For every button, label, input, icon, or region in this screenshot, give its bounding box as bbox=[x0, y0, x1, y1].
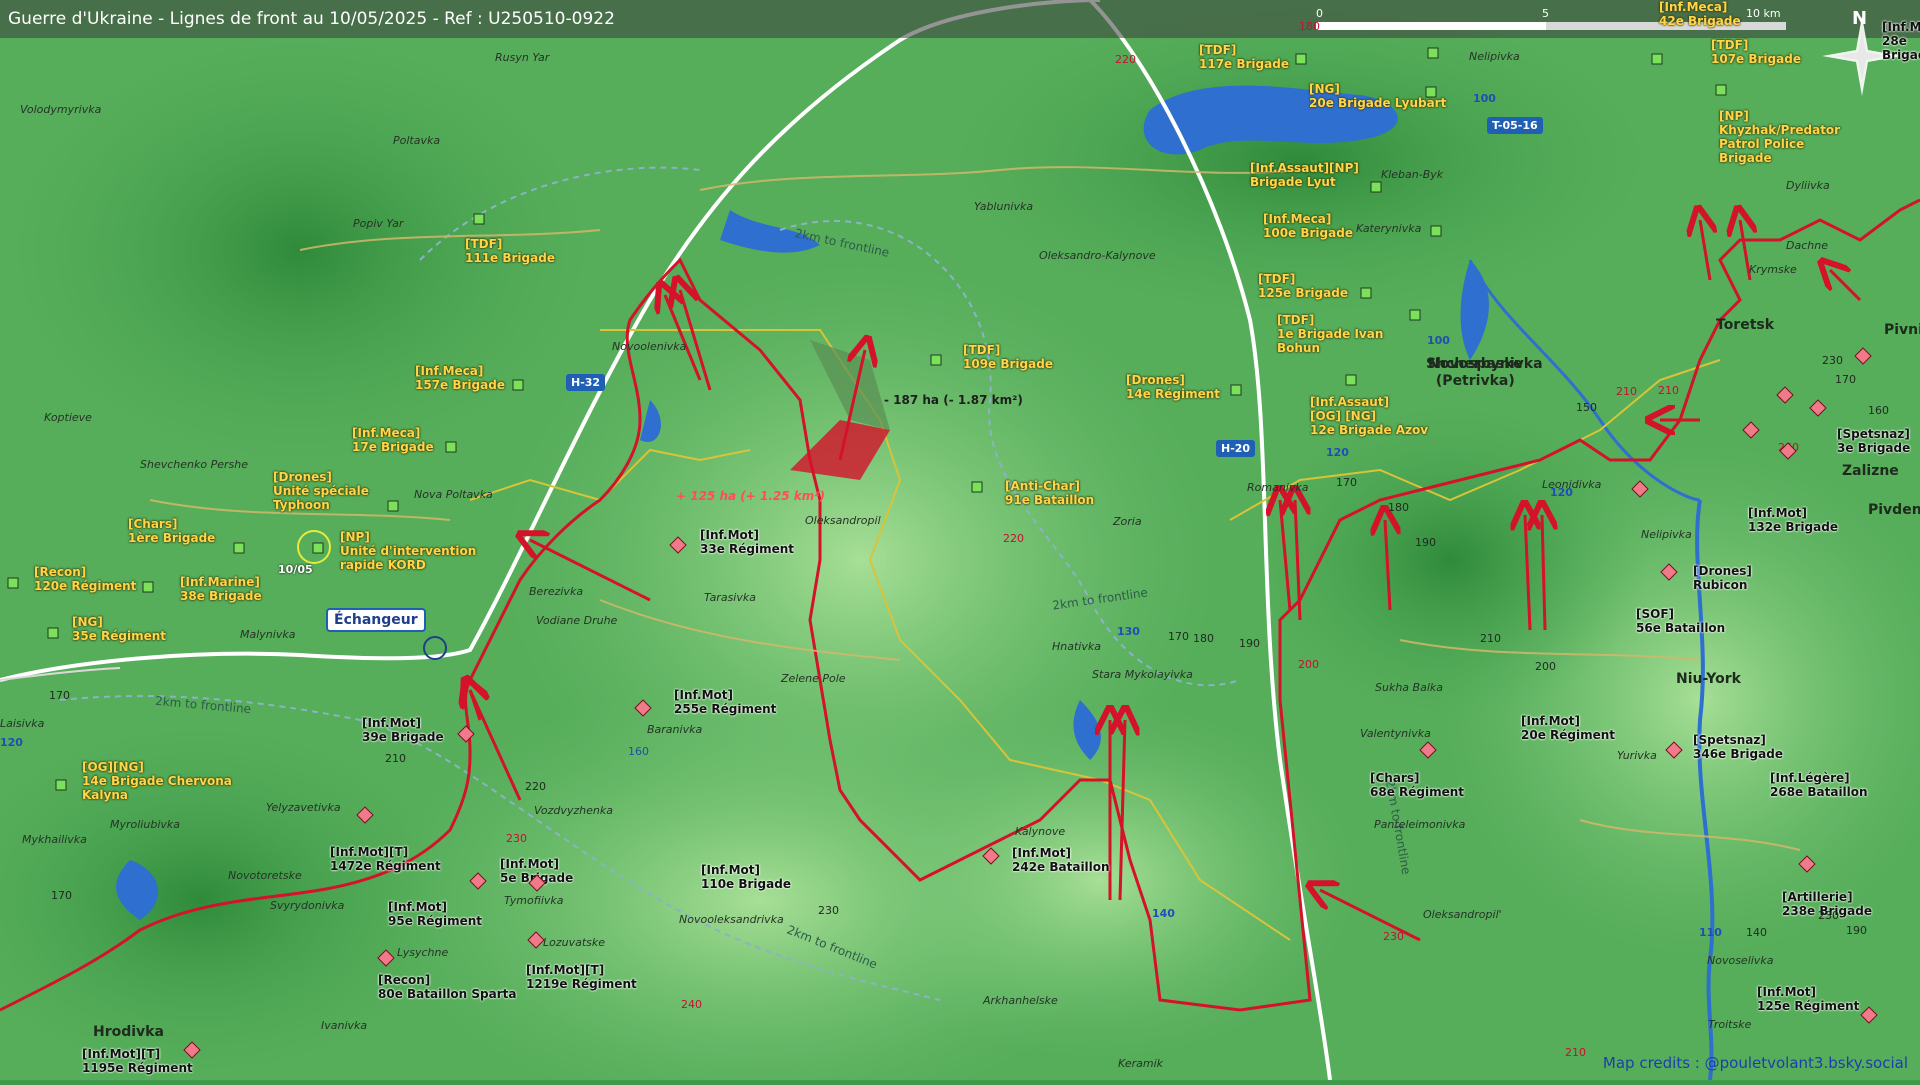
ru-unit-marker[interactable] bbox=[669, 536, 687, 554]
ru-unit-marker[interactable] bbox=[1776, 386, 1794, 404]
ru-unit-marker[interactable] bbox=[528, 874, 546, 892]
ua-unit-marker[interactable] bbox=[55, 779, 67, 791]
ua-unit-marker[interactable] bbox=[1427, 47, 1439, 59]
ru-unit-marker[interactable] bbox=[1665, 741, 1683, 759]
ru-unit-marker[interactable] bbox=[1809, 399, 1827, 417]
ru-unit-marker[interactable] bbox=[1798, 855, 1816, 873]
ua-unit-marker[interactable] bbox=[512, 379, 524, 391]
ru-unit-marker[interactable] bbox=[1419, 741, 1437, 759]
ua-unit-marker[interactable] bbox=[971, 481, 983, 493]
ua-unit-marker[interactable] bbox=[930, 354, 942, 366]
ua-unit-marker[interactable] bbox=[1651, 53, 1663, 65]
ru-unit-marker[interactable] bbox=[1742, 421, 1760, 439]
ru-unit-marker[interactable] bbox=[634, 699, 652, 717]
ua-unit-marker[interactable] bbox=[1230, 384, 1242, 396]
ru-unit-marker[interactable] bbox=[982, 847, 1000, 865]
ua-unit-marker[interactable] bbox=[387, 500, 399, 512]
ua-unit-marker[interactable] bbox=[1715, 84, 1727, 96]
map-canvas[interactable]: Guerre d'Ukraine - Lignes de front au 10… bbox=[0, 0, 1920, 1085]
ua-unit-marker[interactable] bbox=[1425, 86, 1437, 98]
ru-unit-marker[interactable] bbox=[469, 872, 487, 890]
ua-unit-marker[interactable] bbox=[1295, 53, 1307, 65]
ru-unit-marker[interactable] bbox=[1660, 563, 1678, 581]
ua-unit-marker[interactable] bbox=[7, 577, 19, 589]
ua-unit-marker[interactable] bbox=[1370, 181, 1382, 193]
ua-unit-marker[interactable] bbox=[1345, 374, 1357, 386]
unit-markers-layer bbox=[7, 47, 1878, 1059]
ua-unit-marker[interactable] bbox=[445, 441, 457, 453]
ru-unit-marker[interactable] bbox=[377, 949, 395, 967]
ru-unit-marker[interactable] bbox=[527, 931, 545, 949]
ru-unit-marker[interactable] bbox=[1631, 480, 1649, 498]
ru-unit-marker[interactable] bbox=[1854, 347, 1872, 365]
ua-unit-marker[interactable] bbox=[233, 542, 245, 554]
ua-unit-marker[interactable] bbox=[142, 581, 154, 593]
ua-unit-marker[interactable] bbox=[473, 213, 485, 225]
map-credits: Map credits : @pouletvolant3.bsky.social bbox=[1602, 1054, 1908, 1072]
ru-unit-marker[interactable] bbox=[1779, 442, 1797, 460]
ru-unit-marker[interactable] bbox=[457, 725, 475, 743]
ua-unit-marker[interactable] bbox=[1430, 225, 1442, 237]
ru-unit-marker[interactable] bbox=[183, 1041, 201, 1059]
ua-unit-marker[interactable] bbox=[47, 627, 59, 639]
ua-unit-marker[interactable] bbox=[1409, 309, 1421, 321]
ru-unit-marker[interactable] bbox=[1860, 1006, 1878, 1024]
ua-unit-marker[interactable] bbox=[312, 542, 324, 554]
ru-unit-marker[interactable] bbox=[356, 806, 374, 824]
ua-unit-marker[interactable] bbox=[1360, 287, 1372, 299]
